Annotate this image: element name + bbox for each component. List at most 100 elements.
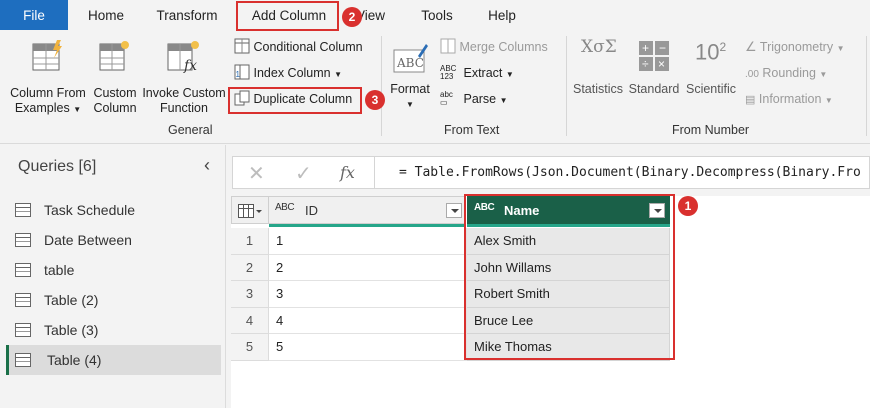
conditional-column-icon — [234, 38, 250, 54]
group-separator — [566, 36, 567, 136]
extract-label: Extract — [463, 66, 503, 80]
standard-label: Standard — [628, 82, 680, 96]
table-icon — [15, 293, 31, 307]
formula-buttons: ✕ ✓ fx — [233, 157, 375, 188]
query-item[interactable]: table — [6, 255, 221, 285]
column-filter-dropdown-icon[interactable] — [446, 203, 462, 218]
query-item[interactable]: Table (2) — [6, 285, 221, 315]
extract-dropdown-icon: ▼ — [505, 70, 514, 79]
query-item-selected[interactable]: Table (4) — [6, 345, 221, 375]
commit-check-icon[interactable]: ✓ — [295, 161, 312, 186]
invoke-custom-function-line2: Function — [160, 101, 208, 115]
collapse-chevron-icon[interactable]: ‹ — [204, 155, 210, 176]
column-from-examples-icon — [32, 40, 62, 71]
step-badge-2: 2 — [342, 7, 362, 27]
merge-columns-label: Merge Columns — [459, 40, 548, 54]
custom-column-line2: Column — [93, 101, 137, 115]
table-menu-button[interactable] — [231, 196, 269, 224]
ribbon-add-column: Column From Examples ▼ Custom Column fx … — [0, 30, 870, 144]
parse-button[interactable]: abc ▭ Parse ▼ — [440, 89, 508, 109]
query-item[interactable]: Task Schedule — [6, 195, 221, 225]
row-number: 1 — [231, 228, 269, 255]
extract-button[interactable]: ABC 123 Extract ▼ — [440, 63, 514, 83]
group-separator — [866, 36, 867, 136]
table-icon — [15, 203, 31, 217]
tab-file[interactable]: File — [0, 0, 68, 30]
group-separator — [381, 36, 382, 136]
query-item[interactable]: Date Between — [6, 225, 221, 255]
fx-icon[interactable]: fx — [340, 163, 355, 182]
table-icon — [15, 353, 31, 367]
svg-text:÷: ÷ — [642, 57, 649, 71]
scientific-label: Scientific — [685, 82, 737, 96]
index-column-dropdown-icon: ▼ — [334, 70, 343, 79]
cell-id[interactable]: 3 — [269, 281, 467, 308]
highlight-name-column — [464, 194, 675, 360]
index-column-icon: 1 — [234, 64, 250, 80]
index-column-label: Index Column — [253, 66, 331, 80]
group-label-from-text: From Text — [444, 123, 500, 137]
merge-columns-button[interactable]: Merge Columns — [440, 37, 548, 57]
formula-input[interactable]: = Table.FromRows(Json.Document(Binary.De… — [399, 165, 861, 180]
statistics-label: Statistics — [572, 82, 623, 96]
trigonometry-button[interactable]: ∠ Trigonometry ▼ — [745, 37, 844, 57]
table-icon — [15, 323, 31, 337]
svg-text:fx: fx — [183, 58, 197, 74]
custom-column-button[interactable]: Custom Column — [90, 34, 140, 116]
group-label-general: General — [168, 123, 213, 137]
statistics-button[interactable]: XσΣ Statistics — [571, 34, 625, 114]
parse-dropdown-icon: ▼ — [499, 96, 508, 105]
format-button[interactable]: ABC Format ▼ — [386, 38, 434, 118]
column-from-examples-line1: Column From — [10, 86, 86, 100]
tab-home[interactable]: Home — [84, 0, 128, 30]
index-column-button[interactable]: 1 Index Column ▼ — [234, 63, 342, 83]
cell-id[interactable]: 2 — [269, 254, 467, 281]
conditional-column-button[interactable]: Conditional Column — [234, 37, 363, 57]
cell-id[interactable]: 4 — [269, 307, 467, 334]
text-type-icon[interactable]: ABC — [275, 202, 295, 213]
column-from-examples-button[interactable]: Column From Examples ▼ — [6, 34, 90, 116]
invoke-custom-function-line1: Invoke Custom — [142, 86, 226, 100]
standard-button[interactable]: + − ÷ × Standard — [626, 34, 682, 114]
svg-text:−: − — [659, 41, 666, 55]
column-header-id[interactable]: ABC ID — [268, 196, 466, 224]
table-grid-icon — [238, 204, 262, 218]
trigonometry-icon: ∠ — [745, 39, 757, 54]
trigonometry-label: Trigonometry — [759, 40, 834, 54]
tab-help[interactable]: Help — [485, 0, 519, 30]
step-badge-1: 1 — [678, 196, 698, 216]
invoke-custom-function-button[interactable]: fx Invoke Custom Function — [140, 34, 228, 116]
highlight-duplicate-column — [228, 87, 362, 114]
extract-icon: ABC 123 — [440, 64, 457, 81]
query-item[interactable]: Table (3) — [6, 315, 221, 345]
row-number: 2 — [231, 254, 269, 281]
cancel-icon[interactable]: ✕ — [248, 161, 265, 186]
rounding-dropdown-icon: ▼ — [819, 70, 828, 79]
cell-id[interactable]: 1 — [269, 228, 467, 255]
information-label: Information — [758, 92, 822, 106]
table-icon — [15, 233, 31, 247]
standard-icon: + − ÷ × — [639, 41, 669, 71]
svg-text:×: × — [658, 57, 665, 71]
rounding-icon: .00 — [745, 69, 759, 80]
invoke-custom-function-icon: fx — [167, 41, 199, 74]
rounding-label: Rounding — [762, 66, 816, 80]
svg-text:1: 1 — [236, 70, 241, 79]
information-button[interactable]: ▤ Information ▼ — [745, 89, 833, 109]
rounding-button[interactable]: .00 Rounding ▼ — [745, 63, 827, 83]
parse-icon: abc ▭ — [440, 90, 453, 107]
cell-id[interactable]: 5 — [269, 334, 467, 361]
group-label-from-number: From Number — [672, 123, 750, 137]
formula-bar: ✕ ✓ fx = Table.FromRows(Json.Document(Bi… — [232, 156, 870, 189]
format-icon: ABC — [393, 44, 428, 73]
tab-transform[interactable]: Transform — [152, 0, 222, 30]
tab-tools[interactable]: Tools — [419, 0, 455, 30]
information-icon: ▤ — [745, 94, 756, 106]
svg-text:+: + — [642, 41, 649, 55]
ribbon-tab-bar: File Home Transform Add Column View Tool… — [0, 0, 870, 30]
information-dropdown-icon: ▼ — [824, 96, 833, 105]
scientific-button[interactable]: 102 Scientific — [683, 34, 739, 114]
column-from-examples-line2: Examples ▼ — [14, 101, 82, 115]
custom-column-icon — [99, 41, 129, 71]
trigonometry-dropdown-icon: ▼ — [836, 44, 845, 53]
